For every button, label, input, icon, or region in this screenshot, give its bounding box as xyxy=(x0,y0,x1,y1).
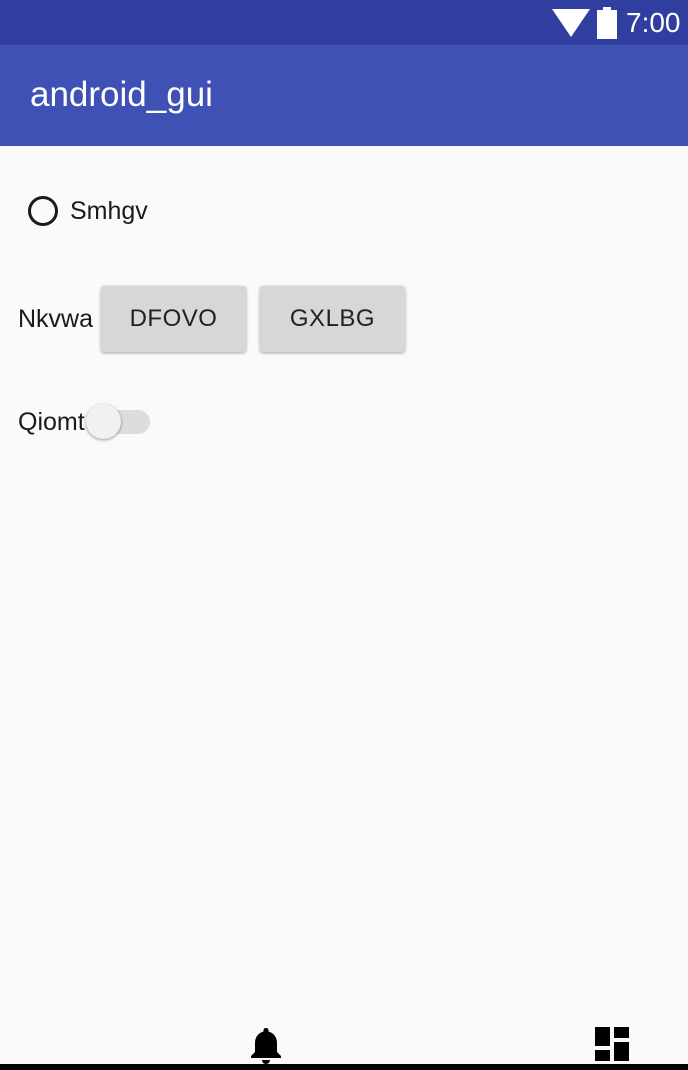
dfovo-button[interactable]: DFOVO xyxy=(101,286,246,352)
status-bar: 7:00 xyxy=(0,0,688,45)
radio-label: Smhgv xyxy=(70,196,148,225)
status-time: 7:00 xyxy=(626,7,681,38)
gxlbg-button[interactable]: GXLBG xyxy=(260,286,405,352)
wifi-icon xyxy=(552,9,590,37)
switch-thumb[interactable] xyxy=(86,404,121,439)
app-title: android_gui xyxy=(30,75,213,114)
switch-label: Qiomt xyxy=(18,408,85,436)
bottom-bar xyxy=(0,1064,688,1070)
dashboard-icon[interactable] xyxy=(595,1027,629,1061)
battery-icon xyxy=(597,7,617,39)
button-row-label: Nkvwa xyxy=(18,305,94,333)
radio-button-smhgv[interactable]: Smhgv xyxy=(28,191,148,231)
app-bar: android_gui xyxy=(0,45,688,146)
radio-circle-icon[interactable] xyxy=(28,196,58,226)
bell-icon[interactable] xyxy=(250,1026,282,1064)
